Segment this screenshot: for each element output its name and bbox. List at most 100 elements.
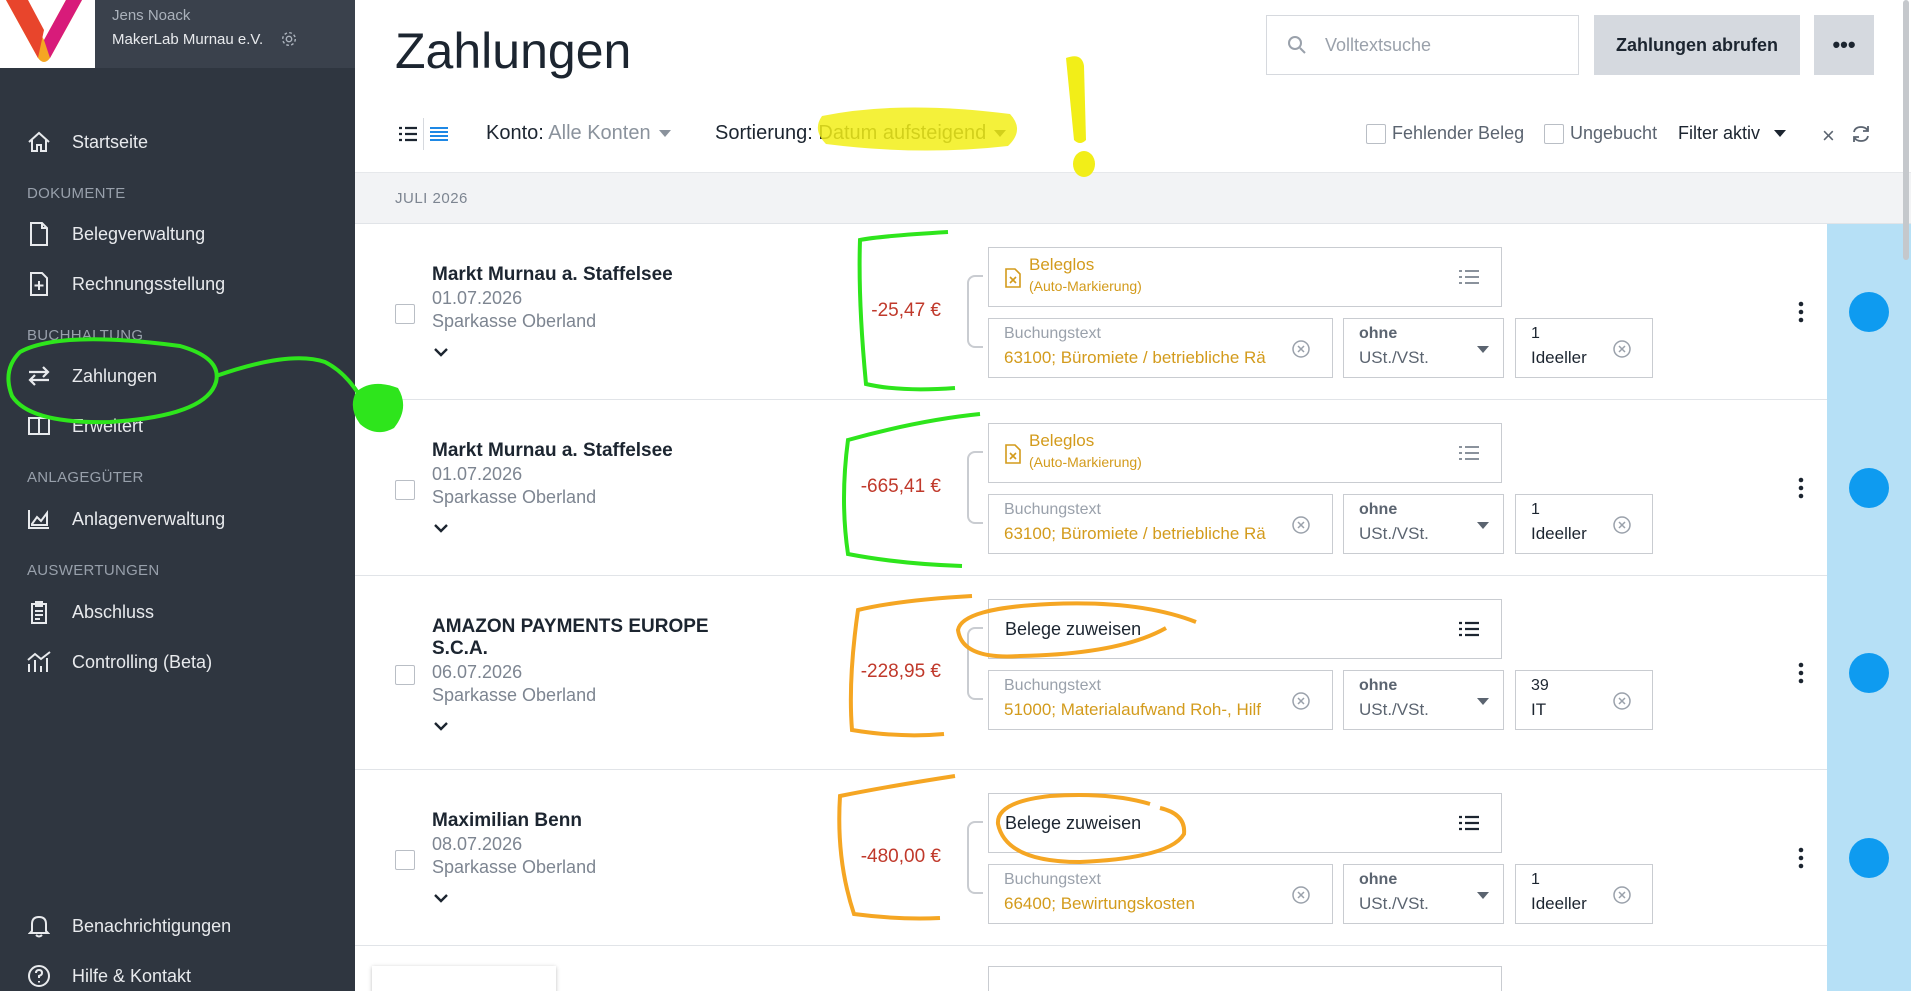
- bank-name: Sparkasse Oberland: [432, 311, 597, 331]
- row-menu-icon[interactable]: [1798, 662, 1804, 684]
- payment-amount: -665,41 €: [860, 476, 941, 497]
- booking-text-field[interactable]: Buchungstext 66400; Bewirtungskosten: [988, 864, 1333, 924]
- doc-box[interactable]: [988, 966, 1502, 991]
- clear-icon[interactable]: [1612, 691, 1632, 711]
- cost-center-field[interactable]: 39 IT: [1515, 670, 1653, 730]
- gear-icon[interactable]: [280, 30, 298, 48]
- chevron-down-icon[interactable]: [433, 718, 449, 734]
- sidebar-item-belegverwaltung[interactable]: Belegverwaltung: [26, 214, 205, 254]
- cost-center-field[interactable]: 1 Ideeller: [1515, 864, 1653, 924]
- row-checkbox[interactable]: [395, 304, 415, 324]
- chevron-down-icon[interactable]: [433, 890, 449, 906]
- sidebar-item-zahlungen[interactable]: Zahlungen: [26, 356, 157, 396]
- list-icon[interactable]: [1459, 268, 1479, 286]
- filter-dropdown[interactable]: Filter aktiv: [1678, 123, 1787, 144]
- payment-row[interactable]: Markt Murnau a. Staffelsee 01.07.2026 Sp…: [355, 400, 1827, 576]
- booking-text-field[interactable]: Buchungstext 63100; Büromiete / betriebl…: [988, 318, 1333, 378]
- tax-select[interactable]: ohne USt./VSt.: [1343, 494, 1504, 554]
- booking-text-label: Buchungstext: [1004, 325, 1101, 342]
- status-dot[interactable]: [1849, 653, 1889, 693]
- book-icon: [26, 413, 52, 439]
- account-switcher[interactable]: Jens Noack MakerLab Murnau e.V.: [0, 0, 355, 68]
- cost-center-field[interactable]: 1 Ideeller: [1515, 318, 1653, 378]
- cost-center-field[interactable]: 1 Ideeller: [1515, 494, 1653, 554]
- missing-receipt-checkbox[interactable]: [1366, 123, 1386, 144]
- fetch-payments-button[interactable]: Zahlungen abrufen: [1594, 15, 1800, 75]
- clear-icon[interactable]: [1612, 515, 1632, 535]
- sidebar-item-rechnungsstellung[interactable]: Rechnungsstellung: [26, 264, 225, 304]
- sidebar-item-controlling[interactable]: Controlling (Beta): [26, 642, 212, 682]
- missing-receipt-filter[interactable]: Fehlender Beleg: [1366, 123, 1524, 144]
- booking-text-field[interactable]: Buchungstext 51000; Materialaufwand Roh-…: [988, 670, 1333, 730]
- more-options-button[interactable]: •••: [1814, 15, 1874, 75]
- sidebar-item-benachrichtigungen[interactable]: Benachrichtigungen: [26, 906, 231, 946]
- row-checkbox[interactable]: [395, 480, 415, 500]
- unbooked-checkbox[interactable]: [1544, 123, 1564, 144]
- tax-select[interactable]: ohne USt./VSt.: [1343, 318, 1504, 378]
- clear-icon[interactable]: [1291, 339, 1311, 359]
- payment-row[interactable]: Markt Murnau a. Staffelsee 01.07.2026 Sp…: [355, 224, 1827, 400]
- sidebar-section-anlagegueter: ANLAGEGÜTER: [27, 469, 144, 486]
- status-dot[interactable]: [1849, 292, 1889, 332]
- sidebar-item-erweitert[interactable]: Erweitert: [26, 406, 143, 446]
- sidebar-item-hilfe[interactable]: Hilfe & Kontakt: [26, 956, 191, 991]
- invoice-add-icon: [26, 271, 52, 297]
- list-icon[interactable]: [1459, 814, 1479, 832]
- chevron-down-icon: [658, 130, 671, 138]
- assign-receipts-button[interactable]: Belege zuweisen: [988, 599, 1502, 659]
- list-detailed-view-button[interactable]: [393, 118, 423, 150]
- account-filter[interactable]: Konto: Alle Konten: [486, 122, 671, 145]
- clear-icon[interactable]: [1291, 885, 1311, 905]
- clear-filter-button[interactable]: ×: [1822, 123, 1835, 149]
- assign-receipts-button[interactable]: Belege zuweisen: [988, 793, 1502, 853]
- list-compact-view-button[interactable]: [423, 118, 453, 150]
- clear-icon[interactable]: [1291, 691, 1311, 711]
- sort-label: Sortierung:: [715, 122, 813, 144]
- chevron-down-icon[interactable]: [433, 344, 449, 360]
- transfer-arrows-icon: [26, 363, 52, 389]
- tax-value: USt./VSt.: [1359, 524, 1429, 543]
- payment-date: 06.07.2026: [432, 662, 523, 682]
- sidebar-item-anlagenverwaltung[interactable]: Anlagenverwaltung: [26, 499, 225, 539]
- receipt-status-box[interactable]: Beleglos (Auto-Markierung): [988, 423, 1502, 483]
- refresh-icon[interactable]: [1851, 124, 1871, 144]
- chevron-down-icon[interactable]: [433, 520, 449, 536]
- row-checkbox[interactable]: [395, 850, 415, 870]
- booking-text-label: Buchungstext: [1004, 501, 1101, 518]
- row-menu-icon[interactable]: [1798, 477, 1804, 499]
- sidebar-item-label: Anlagenverwaltung: [72, 508, 226, 529]
- list-icon[interactable]: [1459, 444, 1479, 462]
- payment-amount: -228,95 €: [860, 661, 941, 682]
- receipt-status-subtitle: (Auto-Markierung): [1029, 278, 1142, 294]
- status-dot[interactable]: [1849, 468, 1889, 508]
- list-icon[interactable]: [1459, 620, 1479, 638]
- payee-name: Markt Murnau a. Staffelsee: [432, 264, 673, 285]
- unbooked-filter[interactable]: Ungebucht: [1544, 123, 1657, 144]
- scrollbar[interactable]: [1903, 0, 1909, 260]
- sort-dropdown[interactable]: Sortierung: Datum aufsteigend: [715, 122, 1007, 145]
- app-logo[interactable]: [0, 0, 95, 68]
- tax-value: USt./VSt.: [1359, 894, 1429, 913]
- assign-receipts-label: Belege zuweisen: [1005, 813, 1142, 833]
- bracket-connector: [967, 821, 983, 894]
- clear-icon[interactable]: [1612, 339, 1632, 359]
- cost-center-number: 1: [1531, 325, 1540, 342]
- bank-name: Sparkasse Oberland: [432, 487, 597, 507]
- tax-label: ohne: [1359, 325, 1398, 342]
- row-menu-icon[interactable]: [1798, 301, 1804, 323]
- row-menu-icon[interactable]: [1798, 847, 1804, 869]
- sidebar-item-startseite[interactable]: Startseite: [26, 122, 148, 162]
- payment-row[interactable]: AMAZON PAYMENTS EUROPE S.C.A. 06.07.2026…: [355, 576, 1827, 770]
- tax-select[interactable]: ohne USt./VSt.: [1343, 864, 1504, 924]
- receipt-status-box[interactable]: Beleglos (Auto-Markierung): [988, 247, 1502, 307]
- bulk-action-box[interactable]: [372, 966, 556, 991]
- clear-icon[interactable]: [1291, 515, 1311, 535]
- search-input[interactable]: Volltextsuche: [1266, 15, 1579, 75]
- clear-icon[interactable]: [1612, 885, 1632, 905]
- sidebar-item-abschluss[interactable]: Abschluss: [26, 592, 154, 632]
- payment-row[interactable]: Maximilian Benn 08.07.2026 Sparkasse Obe…: [355, 770, 1827, 946]
- row-checkbox[interactable]: [395, 665, 415, 685]
- tax-select[interactable]: ohne USt./VSt.: [1343, 670, 1504, 730]
- booking-text-field[interactable]: Buchungstext 63100; Büromiete / betriebl…: [988, 494, 1333, 554]
- status-dot[interactable]: [1849, 838, 1889, 878]
